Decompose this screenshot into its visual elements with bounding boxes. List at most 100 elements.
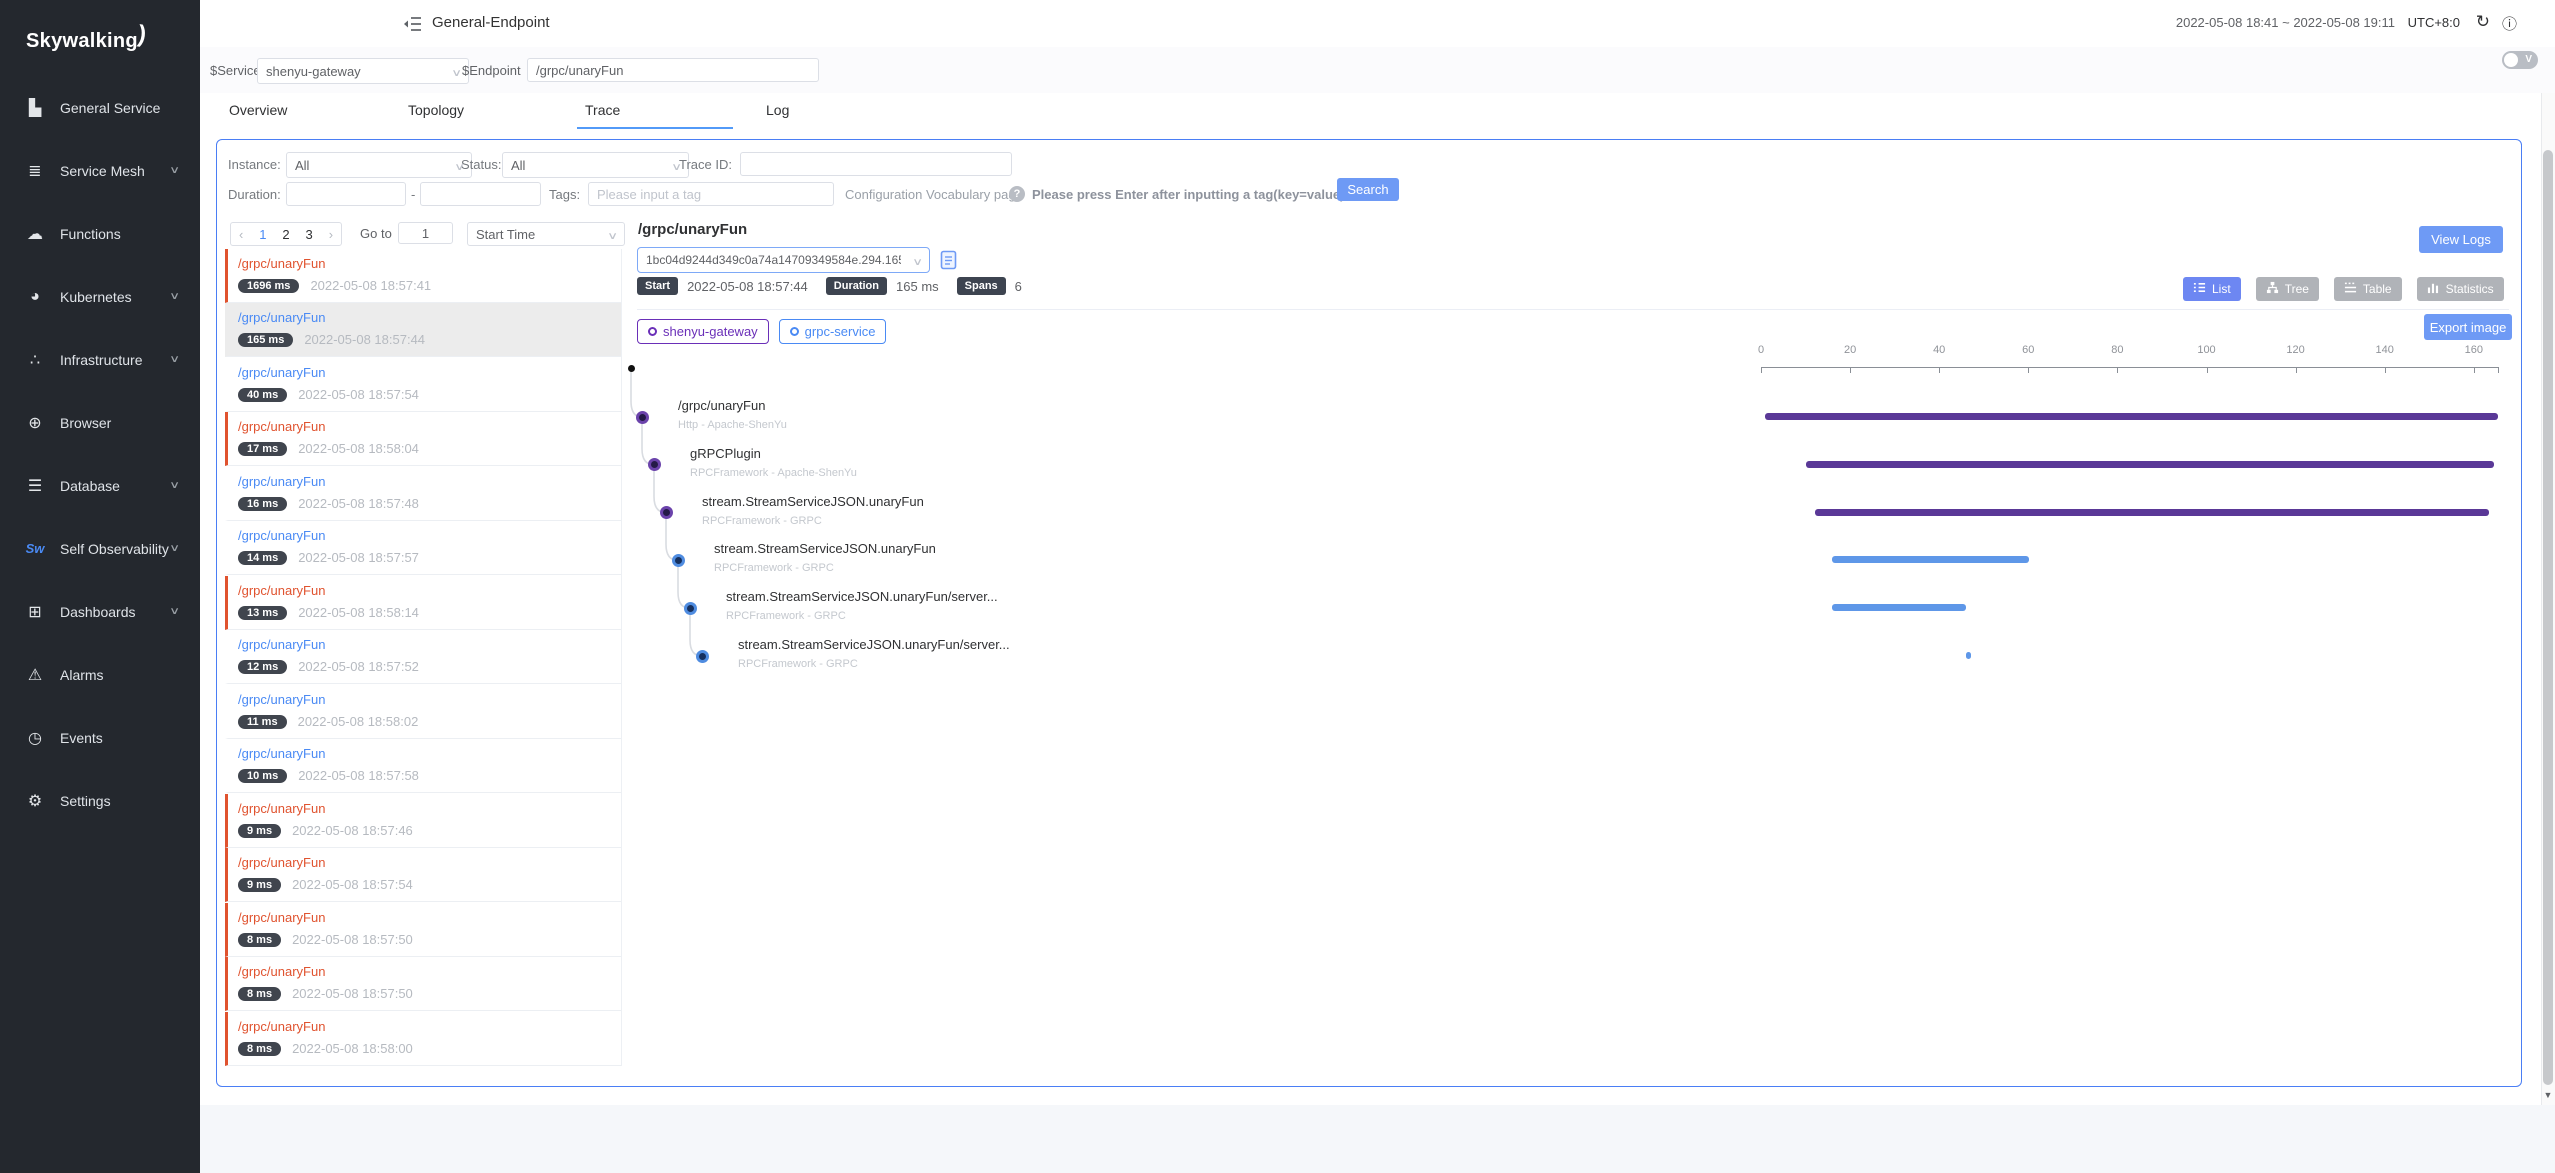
sidebar-item-functions[interactable]: ☁ Functions xyxy=(0,202,200,265)
tags-input[interactable] xyxy=(588,182,834,206)
trace-list-item[interactable]: /grpc/unaryFun 8 ms 2022-05-08 18:57:50 xyxy=(225,957,621,1011)
page-3[interactable]: 3 xyxy=(306,227,313,242)
goto-input[interactable] xyxy=(398,222,453,244)
time-range[interactable]: 2022-05-08 18:41 ~ 2022-05-08 19:11 xyxy=(2176,15,2395,30)
vertical-scrollbar-thumb[interactable] xyxy=(2543,150,2553,1085)
sidebar-item-general-service[interactable]: ▙ General Service xyxy=(0,76,200,139)
service-select[interactable]: shenyu-gateway xyxy=(257,58,469,84)
span-layer: RPCFramework - GRPC xyxy=(714,562,834,574)
table-icon xyxy=(2344,281,2357,297)
span-name[interactable]: stream.StreamServiceJSON.unaryFun xyxy=(714,541,936,556)
trace-list-item[interactable]: /grpc/unaryFun 9 ms 2022-05-08 18:57:54 xyxy=(225,848,621,902)
refresh-icon[interactable]: ↻ xyxy=(2476,12,2490,32)
instance-select[interactable]: All xyxy=(286,152,472,178)
trace-timestamp: 2022-05-08 18:57:54 xyxy=(298,387,419,402)
span-bar[interactable] xyxy=(1832,604,1966,611)
tab-overview[interactable]: Overview xyxy=(229,102,287,118)
span-bar[interactable] xyxy=(1966,652,1970,659)
statistics-icon xyxy=(2427,281,2440,297)
span-bar[interactable] xyxy=(1815,509,2489,516)
next-page-icon[interactable]: › xyxy=(329,227,333,242)
axis-tick-label: 140 xyxy=(2376,344,2394,356)
trace-timestamp: 2022-05-08 18:57:57 xyxy=(298,550,419,565)
view-list-button[interactable]: List xyxy=(2183,277,2241,301)
view-logs-button[interactable]: View Logs xyxy=(2419,226,2503,253)
sort-select[interactable]: Start Time xyxy=(467,222,625,246)
span-name[interactable]: stream.StreamServiceJSON.unaryFun/server… xyxy=(726,589,998,604)
sidebar-item-settings[interactable]: ⚙ Settings xyxy=(0,769,200,832)
sidebar-item-kubernetes[interactable]: ◕ Kubernetes ∨ xyxy=(0,265,200,328)
trace-list-item[interactable]: /grpc/unaryFun 11 ms 2022-05-08 18:58:02 xyxy=(225,685,621,739)
view-statistics-button[interactable]: Statistics xyxy=(2417,277,2504,301)
spans-badge: Spans xyxy=(957,277,1006,295)
trace-timestamp: 2022-05-08 18:58:14 xyxy=(298,605,419,620)
timezone-label[interactable]: UTC+8:0 xyxy=(2408,15,2460,30)
search-button[interactable]: Search xyxy=(1337,178,1399,201)
trace-list-item[interactable]: /grpc/unaryFun 165 ms 2022-05-08 18:57:4… xyxy=(225,303,621,357)
span-dot[interactable] xyxy=(684,602,697,615)
question-icon[interactable]: ? xyxy=(1009,186,1025,202)
trace-list-item[interactable]: /grpc/unaryFun 12 ms 2022-05-08 18:57:52 xyxy=(225,630,621,684)
page-1[interactable]: 1 xyxy=(259,227,266,242)
trace-list-item[interactable]: /grpc/unaryFun 40 ms 2022-05-08 18:57:54 xyxy=(225,358,621,412)
sidebar-item-infrastructure[interactable]: ∴ Infrastructure ∨ xyxy=(0,328,200,391)
collapse-menu-icon[interactable] xyxy=(403,16,422,35)
goto-label: Go to xyxy=(360,226,392,241)
scrollbar-down-arrow[interactable]: ▼ xyxy=(2543,1090,2553,1100)
vocabulary-link[interactable]: Configuration Vocabulary page xyxy=(845,187,1023,202)
trace-list-item[interactable]: /grpc/unaryFun 16 ms 2022-05-08 18:57:48 xyxy=(225,467,621,521)
duration-min-input[interactable] xyxy=(286,182,406,206)
trace-id-select[interactable]: 1bc04d9244d349c0a74a14709349584e.294.165… xyxy=(637,247,930,273)
sidebar-item-database[interactable]: ☰ Database ∨ xyxy=(0,454,200,517)
trace-list-item[interactable]: /grpc/unaryFun 14 ms 2022-05-08 18:57:57 xyxy=(225,521,621,575)
page-2[interactable]: 2 xyxy=(282,227,289,242)
trace-list-item[interactable]: /grpc/unaryFun 8 ms 2022-05-08 18:58:00 xyxy=(225,1012,621,1066)
span-name[interactable]: stream.StreamServiceJSON.unaryFun xyxy=(702,494,924,509)
span-layer: RPCFramework - GRPC xyxy=(738,658,858,670)
axis-tick-mark xyxy=(2474,367,2475,373)
duration-max-input[interactable] xyxy=(420,182,541,206)
active-tab-underline xyxy=(577,127,733,129)
trace-list-item[interactable]: /grpc/unaryFun 17 ms 2022-05-08 18:58:04 xyxy=(225,412,621,466)
sidebar-item-service-mesh[interactable]: ≣ Service Mesh ∨ xyxy=(0,139,200,202)
span-dot[interactable] xyxy=(636,411,649,424)
service-label: $Service xyxy=(210,63,261,78)
span-name[interactable]: /grpc/unaryFun xyxy=(678,398,765,413)
tab-topology[interactable]: Topology xyxy=(408,102,464,118)
status-select[interactable]: All xyxy=(502,152,689,178)
span-name[interactable]: gRPCPlugin xyxy=(690,446,761,461)
span-dot[interactable] xyxy=(696,650,709,663)
endpoint-input[interactable] xyxy=(527,58,819,82)
view-tree-button[interactable]: Tree xyxy=(2256,277,2319,301)
tab-log[interactable]: Log xyxy=(766,102,789,118)
span-bar[interactable] xyxy=(1832,556,2029,563)
prev-page-icon[interactable]: ‹ xyxy=(239,227,243,242)
version-toggle[interactable]: V xyxy=(2502,51,2538,69)
trace-list-item[interactable]: /grpc/unaryFun 1696 ms 2022-05-08 18:57:… xyxy=(225,249,621,303)
trace-list-item[interactable]: /grpc/unaryFun 10 ms 2022-05-08 18:57:58 xyxy=(225,739,621,793)
trace-list-item[interactable]: /grpc/unaryFun 9 ms 2022-05-08 18:57:46 xyxy=(225,794,621,848)
trace-list-item[interactable]: /grpc/unaryFun 13 ms 2022-05-08 18:58:14 xyxy=(225,576,621,630)
duration-value: 165 ms xyxy=(896,279,939,294)
sidebar-item-dashboards[interactable]: ⊞ Dashboards ∨ xyxy=(0,580,200,643)
endpoint-label: $Endpoint xyxy=(462,63,521,78)
copy-trace-id-icon[interactable] xyxy=(940,250,957,273)
span-dot[interactable] xyxy=(660,506,673,519)
span-dot[interactable] xyxy=(672,554,685,567)
view-table-button[interactable]: Table xyxy=(2334,277,2402,301)
span-name[interactable]: stream.StreamServiceJSON.unaryFun/server… xyxy=(738,637,1010,652)
trace-id-input[interactable] xyxy=(740,152,1012,176)
info-icon[interactable]: ⓘ xyxy=(2502,13,2517,34)
trace-timestamp: 2022-05-08 18:57:50 xyxy=(292,986,413,1001)
sidebar-item-events[interactable]: ◷ Events xyxy=(0,706,200,769)
span-dot[interactable] xyxy=(648,458,661,471)
sidebar-item-alarms[interactable]: ⚠ Alarms xyxy=(0,643,200,706)
span-bar[interactable] xyxy=(1806,461,2494,468)
span-bar[interactable] xyxy=(1765,413,2498,420)
sidebar-item-self-observability[interactable]: Sw Self Observability ∨ xyxy=(0,517,200,580)
toggle-knob xyxy=(2504,53,2518,67)
trace-list-item[interactable]: /grpc/unaryFun 8 ms 2022-05-08 18:57:50 xyxy=(225,903,621,957)
tab-trace[interactable]: Trace xyxy=(585,102,620,118)
sidebar-item-browser[interactable]: ⊕ Browser xyxy=(0,391,200,454)
export-image-button[interactable]: Export image xyxy=(2424,314,2512,340)
